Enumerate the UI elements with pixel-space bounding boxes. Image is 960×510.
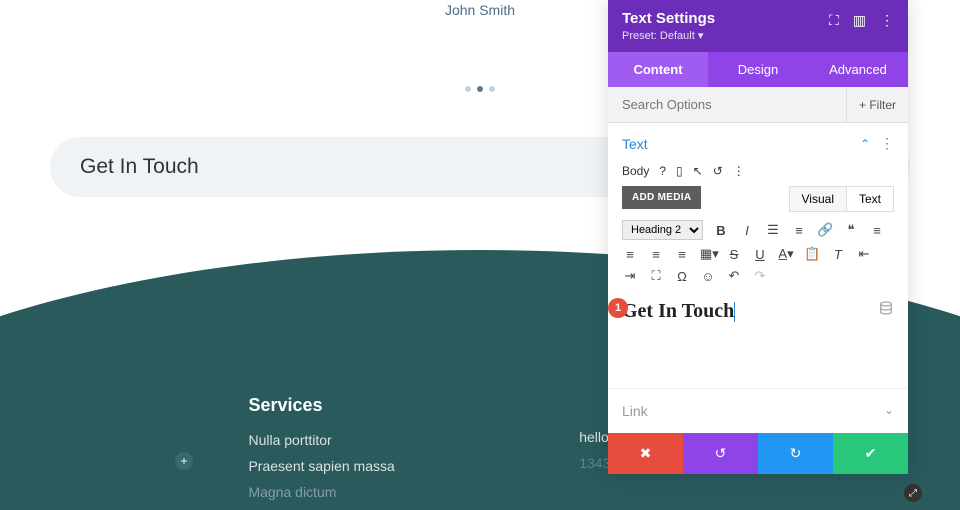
text-section-header[interactable]: Text ⌃ ⋮ <box>608 123 908 164</box>
align-justify-icon[interactable]: ≡ <box>674 247 690 262</box>
body-label: Body <box>622 164 649 178</box>
services-heading: Services <box>248 395 579 416</box>
search-input[interactable] <box>608 87 846 122</box>
body-options-row: Body ? ▯ ↖ ↺ ⋮ <box>608 164 908 186</box>
service-item[interactable]: Magna dictum <box>248 484 579 500</box>
menu-icon[interactable]: ⋮ <box>880 12 894 29</box>
footer-services: Services Nulla porttitor Praesent sapien… <box>248 395 579 510</box>
panel-title: Text Settings <box>622 10 715 27</box>
filter-button[interactable]: + Filter <box>846 88 908 122</box>
textcolor-icon[interactable]: A▾ <box>778 246 794 262</box>
mobile-icon[interactable]: ▯ <box>676 164 683 178</box>
tab-content[interactable]: Content <box>608 52 708 87</box>
align-center-icon[interactable]: ≡ <box>622 247 638 262</box>
hover-icon[interactable]: ↖ <box>693 164 703 178</box>
editor-area[interactable]: 1 Get In Touch <box>622 294 894 374</box>
bold-icon[interactable]: B <box>713 223 729 238</box>
section-label: Text <box>622 136 648 152</box>
dot[interactable] <box>489 86 495 92</box>
heading-select[interactable]: Heading 2 <box>622 220 703 240</box>
quote-icon[interactable]: ❝ <box>843 222 859 238</box>
annotation-badge: 1 <box>608 298 628 318</box>
editor-content[interactable]: Get In Touch <box>622 294 894 323</box>
columns-icon[interactable]: ▥ <box>853 12 866 29</box>
link-label: Link <box>622 403 648 419</box>
focus-icon[interactable]: ⛶ <box>829 12 839 29</box>
table-icon[interactable]: ▦▾ <box>700 246 716 262</box>
emoji-icon[interactable]: ☺ <box>700 269 716 284</box>
dot-active[interactable] <box>477 86 483 92</box>
save-button[interactable]: ✔ <box>833 433 908 474</box>
fullscreen-icon[interactable]: ⛶ <box>648 268 664 284</box>
redo-icon[interactable]: ↷ <box>752 268 768 284</box>
add-module-button[interactable]: + <box>175 452 193 470</box>
indent-icon[interactable]: ⇥ <box>622 268 638 284</box>
editor-tab-visual[interactable]: Visual <box>789 186 846 212</box>
resize-handle-icon[interactable]: ⤢ <box>904 484 922 502</box>
underline-icon[interactable]: U <box>752 247 768 262</box>
outdent-icon[interactable]: ⇤ <box>856 246 872 262</box>
service-item[interactable]: Nulla porttitor <box>248 432 579 448</box>
section-menu-icon[interactable]: ⋮ <box>880 135 894 152</box>
more-icon[interactable]: ⋮ <box>733 164 745 178</box>
service-item[interactable]: Praesent sapien massa <box>248 458 579 474</box>
reset-icon[interactable]: ↺ <box>713 164 723 178</box>
align-left-icon[interactable]: ≡ <box>869 223 885 238</box>
search-row: + Filter <box>608 87 908 123</box>
dot[interactable] <box>465 86 471 92</box>
align-right-icon[interactable]: ≡ <box>648 247 664 262</box>
chevron-down-icon[interactable]: ⌄ <box>884 403 894 419</box>
tab-design[interactable]: Design <box>708 52 808 87</box>
italic-icon[interactable]: I <box>739 223 755 238</box>
editor-toolbar: Heading 2 B I ☰ ≡ 🔗 ❝ ≡ ≡ ≡ ≡ ▦▾ S U A▾ … <box>608 212 908 290</box>
panel-header[interactable]: Text Settings Preset: Default ▾ ⛶ ▥ ⋮ <box>608 0 908 52</box>
undo-icon[interactable]: ↶ <box>726 268 742 284</box>
omega-icon[interactable]: Ω <box>674 269 690 284</box>
number-list-icon[interactable]: ≡ <box>791 223 807 238</box>
editor-tab-text[interactable]: Text <box>846 186 894 212</box>
clear-icon[interactable]: T <box>830 247 846 262</box>
strike-icon[interactable]: S <box>726 247 742 262</box>
link-icon[interactable]: 🔗 <box>817 222 833 238</box>
chevron-up-icon[interactable]: ⌃ <box>860 137 870 151</box>
panel-tabs: Content Design Advanced <box>608 52 908 87</box>
close-button[interactable]: ✖ <box>608 433 683 474</box>
undo-button[interactable]: ↺ <box>683 433 758 474</box>
dynamic-content-icon[interactable] <box>878 300 894 319</box>
preset-dropdown[interactable]: Preset: Default ▾ <box>622 29 715 42</box>
panel-footer: ✖ ↺ ↻ ✔ <box>608 433 908 474</box>
tab-advanced[interactable]: Advanced <box>808 52 908 87</box>
paste-icon[interactable]: 📋 <box>804 246 820 262</box>
help-icon[interactable]: ? <box>659 164 666 178</box>
settings-panel: Text Settings Preset: Default ▾ ⛶ ▥ ⋮ Co… <box>608 0 908 474</box>
add-media-button[interactable]: ADD MEDIA <box>622 186 701 209</box>
bullet-list-icon[interactable]: ☰ <box>765 222 781 238</box>
redo-button[interactable]: ↻ <box>758 433 833 474</box>
link-section-header[interactable]: Link ⌄ <box>608 388 908 433</box>
